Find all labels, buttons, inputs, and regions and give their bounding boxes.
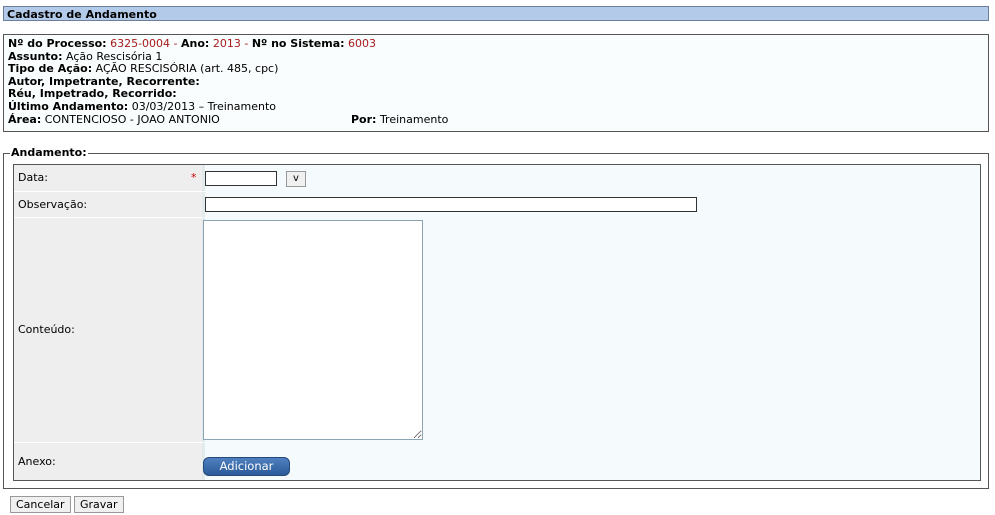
assunto-label: Assunto: xyxy=(8,49,63,63)
observacao-row: Observação: xyxy=(14,192,980,217)
tipo-acao-value: AÇÃO RESCISÓRIA (art. 485, cpc) xyxy=(95,62,279,76)
andamento-legend: Andamento: xyxy=(11,146,87,159)
observacao-input[interactable] xyxy=(205,197,697,212)
tipo-acao-label: Tipo de Ação: xyxy=(8,62,93,76)
anexo-label: Anexo: xyxy=(14,443,188,480)
por-label: Por: xyxy=(351,112,377,126)
assunto-value: Ação Rescisória 1 xyxy=(65,49,163,63)
area-label: Área: xyxy=(8,112,42,126)
reu-label: Réu, Impetrado, Recorrido: xyxy=(8,87,177,101)
ano-value: 2013 xyxy=(212,37,241,50)
conteudo-textarea[interactable] xyxy=(203,220,423,440)
adicionar-button[interactable]: Adicionar xyxy=(203,457,290,476)
processo-value: 6325-0004 xyxy=(110,37,171,50)
conteudo-row: Conteúdo: xyxy=(14,218,980,442)
sistema-value: 6003 xyxy=(348,37,377,50)
conteudo-label: Conteúdo: xyxy=(14,218,188,442)
observacao-label: Observação: xyxy=(14,192,188,217)
data-label: Data: xyxy=(14,165,188,191)
data-input[interactable] xyxy=(205,171,277,186)
page-title: Cadastro de Andamento xyxy=(3,6,989,21)
area-value: CONTENCIOSO - JOAO ANTONIO xyxy=(44,112,220,126)
gravar-button[interactable]: Gravar xyxy=(74,496,124,513)
processo-label: Nº do Processo: xyxy=(8,37,107,50)
sistema-label: Nº no Sistema: xyxy=(251,37,345,50)
calendar-button[interactable]: v xyxy=(286,171,306,187)
por-value: Treinamento xyxy=(379,112,449,126)
cancelar-button[interactable]: Cancelar xyxy=(10,496,71,513)
ultimo-andamento-label: Último Andamento: xyxy=(8,99,129,113)
ano-label: Ano: xyxy=(181,37,210,50)
autor-label: Autor, Impetrante, Recorrente: xyxy=(8,74,200,88)
data-row: Data: * v xyxy=(14,165,980,191)
required-mark: * xyxy=(191,171,197,184)
por-group: Por: Treinamento xyxy=(351,112,449,127)
andamento-form: Data: * v Observação: Conteúdo: Anexo: A… xyxy=(13,164,981,481)
process-info-panel: Nº do Processo: 6325-0004 - Ano: 2013 - … xyxy=(3,34,989,132)
area-line: Área: CONTENCIOSO - JOAO ANTONIO Por: Tr… xyxy=(8,112,984,127)
anexo-row: Anexo: xyxy=(14,443,980,480)
ultimo-andamento-value: 03/03/2013 – Treinamento xyxy=(131,99,277,113)
